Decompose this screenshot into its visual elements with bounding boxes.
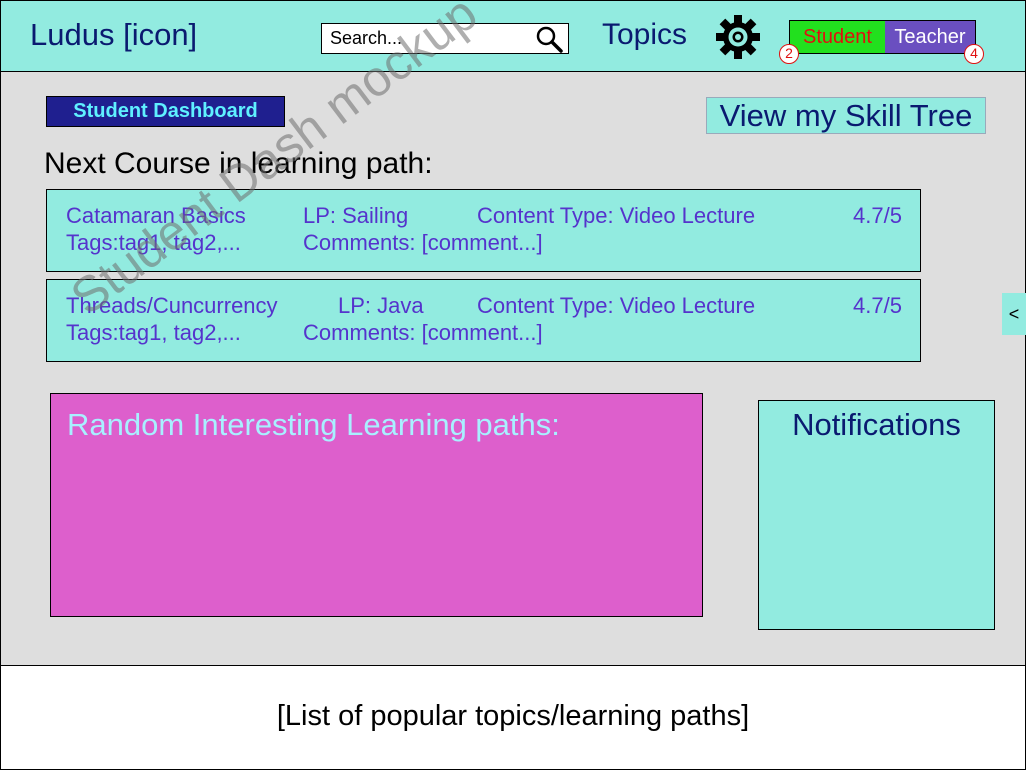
course-rating: 4.7/5 [853,293,902,318]
header-bar: Ludus [icon] Topics [0,0,1026,72]
side-panel-toggle[interactable]: < [1002,293,1026,335]
course-card[interactable]: Threads/Cuncurrency LP: Java Content Typ… [46,279,921,362]
course-learning-path: LP: Sailing [303,203,409,228]
search-input[interactable] [322,24,532,53]
notifications-title: Notifications [792,407,961,442]
search-icon[interactable] [535,25,563,53]
course-tags: Tags:tag1, tag2,... [66,320,241,345]
view-skill-tree-button[interactable]: View my Skill Tree [706,97,986,134]
student-notification-badge: 2 [779,44,799,64]
course-name: Catamaran Basics [66,203,246,228]
course-rating: 4.7/5 [853,203,902,228]
course-content-type: Content Type: Video Lecture [477,293,756,318]
course-tags: Tags:tag1, tag2,... [66,230,241,255]
search-box [321,23,569,54]
student-role-button[interactable]: Student [790,21,885,53]
teacher-role-button[interactable]: Teacher [885,21,975,53]
footer-panel: [List of popular topics/learning paths] [0,665,1026,770]
app-logo[interactable]: Ludus [icon] [30,17,197,53]
random-learning-paths-panel: Random Interesting Learning paths: [50,393,703,617]
topics-menu[interactable]: Topics [602,18,687,52]
course-comments: Comments: [comment...] [303,230,543,255]
teacher-notification-badge: 4 [964,44,984,64]
role-toggle: Student Teacher [789,20,976,54]
random-learning-paths-title: Random Interesting Learning paths: [67,407,560,442]
page: Ludus [icon] Topics [0,0,1026,770]
course-learning-path: LP: Java [338,293,424,318]
notifications-panel: Notifications [758,400,995,630]
course-content-type: Content Type: Video Lecture [477,203,756,228]
gear-icon[interactable] [715,14,761,60]
popular-topics-list: [List of popular topics/learning paths] [276,700,750,732]
next-course-heading: Next Course in learning path: [44,147,433,180]
dashboard-label: Student Dashboard [46,96,285,127]
course-name: Threads/Cuncurrency [66,293,278,318]
course-comments: Comments: [comment...] [303,320,543,345]
course-card[interactable]: Catamaran Basics LP: Sailing Content Typ… [46,189,921,272]
